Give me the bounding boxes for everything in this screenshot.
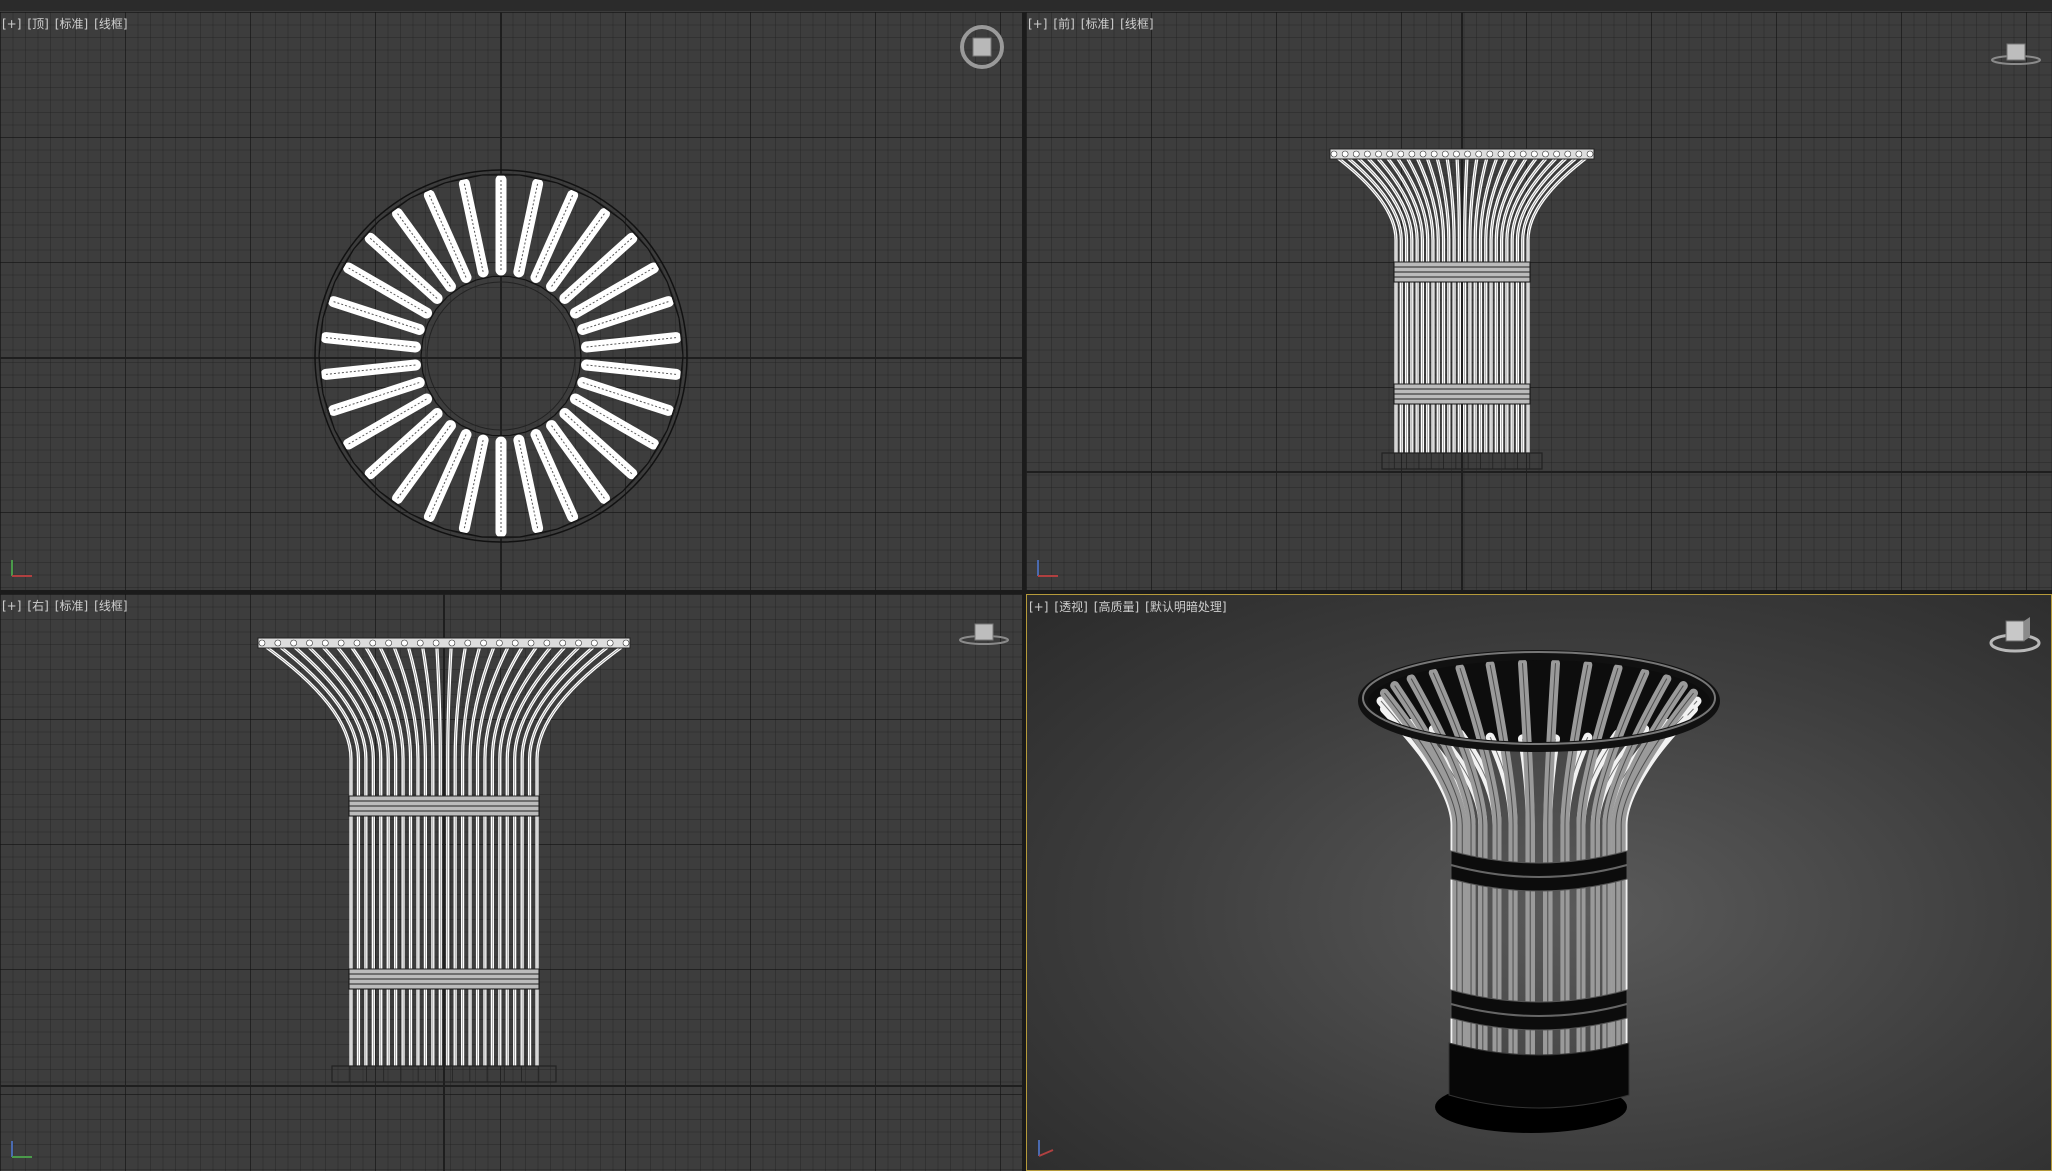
viewport-render-mode[interactable]: [线框] [94,17,127,31]
axis-tripod-icon [1038,1140,1054,1157]
axis-tripod-icon [1037,560,1058,577]
top-toolbar-strip [0,0,2052,12]
viewport-render-mode[interactable]: [线框] [1120,17,1153,31]
viewcube-icon[interactable] [1990,34,2042,74]
viewport-point-of-view[interactable]: [透视] [1054,600,1087,614]
viewport-point-of-view[interactable]: [前] [1053,17,1074,31]
viewport-shading-quality[interactable]: [标准] [55,17,88,31]
viewport-perspective-label[interactable]: [+] [透视] [高质量] [默认明暗处理] [1029,598,1233,615]
viewport-menu-plus[interactable]: [+] [1029,600,1048,614]
viewport-shading-quality[interactable]: [标准] [55,599,88,613]
viewport-top-label[interactable]: [+] [顶] [标准] [线框] [2,15,134,32]
viewport-render-mode[interactable]: [线框] [94,599,127,613]
viewport-menu-plus[interactable]: [+] [2,599,21,613]
viewport-right[interactable]: [+] [右] [标准] [线框] [0,594,1022,1171]
viewport-render-mode[interactable]: [默认明暗处理] [1145,600,1226,614]
top-view-wireframe [0,12,1022,590]
viewport-right-label[interactable]: [+] [右] [标准] [线框] [2,597,134,614]
viewport-point-of-view[interactable]: [顶] [27,17,48,31]
front-view-wireframe [1026,12,2052,590]
viewcube-icon[interactable] [958,614,1010,654]
viewport-point-of-view[interactable]: [右] [27,599,48,613]
viewport-shading-quality[interactable]: [高质量] [1094,600,1139,614]
viewport-menu-plus[interactable]: [+] [1028,17,1047,31]
viewport-menu-plus[interactable]: [+] [2,17,21,31]
viewport-top[interactable]: [+] [顶] [标准] [线框] [0,12,1022,590]
axis-tripod-icon [11,560,32,577]
viewport-front-label[interactable]: [+] [前] [标准] [线框] [1028,15,1160,32]
axis-tripod-icon [11,1141,32,1158]
viewcube-icon[interactable] [957,22,1007,72]
viewport-perspective[interactable]: [+] [透视] [高质量] [默认明暗处理] [1026,594,2052,1171]
viewport-shading-quality[interactable]: [标准] [1081,17,1114,31]
viewcube-icon[interactable] [1987,613,2043,659]
perspective-vase-render [1358,650,1720,1133]
right-view-wireframe [0,594,1022,1171]
viewport-front[interactable]: [+] [前] [标准] [线框] [1026,12,2052,590]
